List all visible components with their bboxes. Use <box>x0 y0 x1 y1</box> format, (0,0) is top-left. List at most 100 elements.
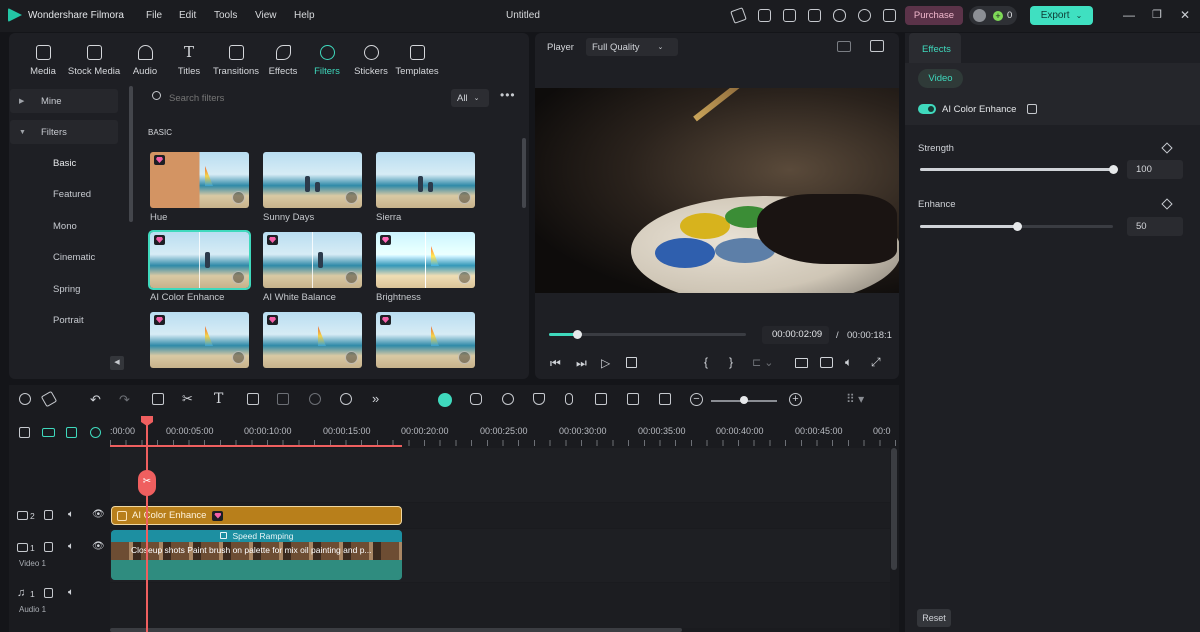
filter-thumb[interactable] <box>263 312 362 368</box>
filter-thumb-sunny-days[interactable] <box>263 152 362 208</box>
crop-icon[interactable] <box>247 393 259 405</box>
mark-out-icon[interactable]: } <box>729 355 733 369</box>
category-cinematic[interactable]: Cinematic <box>10 245 118 269</box>
credits-badge[interactable]: + 0 <box>969 6 1017 25</box>
screen-icon[interactable] <box>783 9 796 22</box>
camera-icon[interactable] <box>820 357 833 368</box>
previous-frame-icon[interactable]: ⏮ <box>550 356 561 371</box>
collapse-panel-icon[interactable]: ◀ <box>110 356 124 370</box>
ai-tool-icon[interactable] <box>340 393 352 405</box>
video-preview[interactable] <box>535 88 899 293</box>
enhance-slider-knob[interactable] <box>1012 222 1022 231</box>
lock-icon[interactable] <box>44 542 53 552</box>
export-button[interactable]: Export ⌄ <box>1030 6 1093 25</box>
menu-file[interactable]: File <box>146 10 162 21</box>
auto-ripple-icon[interactable] <box>438 393 452 407</box>
microphone-icon[interactable] <box>565 393 573 405</box>
split-scissors-icon[interactable]: ✂ <box>138 470 156 496</box>
fullscreen-icon[interactable]: ⤢ <box>871 355 881 370</box>
filter-thumb-brightness[interactable] <box>376 232 475 288</box>
category-spring[interactable]: Spring <box>10 277 118 301</box>
tab-media[interactable]: Media <box>14 45 72 77</box>
snap-icon[interactable] <box>66 427 77 438</box>
more-options-icon[interactable]: ••• <box>500 88 516 102</box>
category-portrait[interactable]: Portrait <box>10 308 118 332</box>
enhance-value-input[interactable]: 50 <box>1127 217 1183 236</box>
menu-view[interactable]: View <box>255 10 277 21</box>
color-icon[interactable] <box>309 393 321 405</box>
volume-icon[interactable]: 🔈︎ <box>845 355 852 370</box>
fit-icon[interactable] <box>659 393 671 405</box>
lock-icon[interactable] <box>44 588 53 598</box>
search-input[interactable] <box>163 90 433 106</box>
category-basic[interactable]: Basic <box>10 151 118 175</box>
reset-button[interactable]: Reset <box>917 609 951 627</box>
purchase-button[interactable]: Purchase <box>905 6 963 25</box>
filter-thumb-hue[interactable] <box>150 152 249 208</box>
feedback-icon[interactable] <box>758 9 771 22</box>
speaker-icon[interactable]: 🔈︎ <box>68 587 74 598</box>
cloud-icon[interactable] <box>833 9 846 22</box>
display-icon[interactable] <box>795 358 808 368</box>
grid-apps-icon[interactable] <box>883 9 896 22</box>
filter-thumb-ai-color-enhance[interactable] <box>148 230 251 290</box>
tab-stock-media[interactable]: Stock Media <box>65 45 123 77</box>
playback-progress-knob[interactable] <box>572 330 582 339</box>
next-frame-icon[interactable]: ⏭ <box>576 356 587 371</box>
restore-icon[interactable]: ❐ <box>1152 8 1162 21</box>
download-icon[interactable] <box>232 351 245 364</box>
strength-slider-knob[interactable] <box>1109 165 1118 174</box>
filter-thumb-ai-white-balance[interactable] <box>263 232 362 288</box>
menu-edit[interactable]: Edit <box>179 10 196 21</box>
marker-icon[interactable]: ⊏ ⌄ <box>752 356 774 369</box>
speed-icon[interactable] <box>502 393 514 405</box>
shield-icon[interactable] <box>533 393 545 405</box>
more-tools-icon[interactable]: » <box>372 391 379 406</box>
tab-effects-properties[interactable]: Effects <box>909 33 961 63</box>
search-scope-select[interactable]: All ⌄ <box>451 89 489 107</box>
filters-scrollbar[interactable] <box>522 138 526 208</box>
download-icon[interactable] <box>458 191 471 204</box>
download-icon[interactable] <box>232 271 245 284</box>
category-filters[interactable]: ▼ Filters <box>10 120 118 144</box>
category-featured[interactable]: Featured <box>10 182 118 206</box>
lock-icon[interactable] <box>44 510 53 520</box>
download-icon[interactable] <box>345 191 358 204</box>
effect-info-icon[interactable] <box>1027 104 1037 114</box>
eye-icon[interactable]: 👁︎ <box>92 541 105 552</box>
replace-icon[interactable] <box>627 393 639 405</box>
filter-thumb[interactable] <box>150 312 249 368</box>
download-icon[interactable] <box>345 351 358 364</box>
category-scrollbar[interactable] <box>129 86 133 222</box>
save-icon[interactable] <box>808 9 821 22</box>
stop-icon[interactable] <box>626 357 637 368</box>
minimize-icon[interactable]: — <box>1123 8 1135 22</box>
speaker-icon[interactable]: 🔈︎ <box>68 541 74 552</box>
video-clip[interactable]: Speed Ramping Closeup shots Paint brush … <box>111 530 402 580</box>
play-icon[interactable]: ▷ <box>601 356 610 370</box>
grid-options-icon[interactable]: ⠿ ▾ <box>846 392 864 406</box>
strength-value-input[interactable]: 100 <box>1127 160 1183 179</box>
add-track-icon[interactable] <box>19 427 30 438</box>
mask-icon[interactable] <box>277 393 289 405</box>
timeline-h-scrollbar[interactable] <box>110 628 682 632</box>
send-icon[interactable] <box>730 7 747 24</box>
subtitle-icon[interactable] <box>595 393 607 405</box>
quality-select[interactable]: Full Quality ⌄ <box>586 38 678 56</box>
filter-thumb[interactable] <box>376 312 475 368</box>
delete-icon[interactable] <box>152 393 164 405</box>
split-scissors-icon[interactable]: ✂ <box>182 391 193 407</box>
link-icon[interactable] <box>42 428 55 437</box>
current-time[interactable]: 00:00:02:09 <box>762 326 829 344</box>
download-icon[interactable] <box>458 271 471 284</box>
keyframe-icon[interactable] <box>1161 142 1173 154</box>
zoom-in-icon[interactable]: + <box>789 393 802 406</box>
close-icon[interactable]: ✕ <box>1180 8 1190 22</box>
layout-icon[interactable] <box>19 393 31 405</box>
zoom-out-icon[interactable]: − <box>690 393 703 406</box>
undo-icon[interactable]: ↶ <box>90 392 101 408</box>
category-mine[interactable]: ▶ Mine <box>10 89 118 113</box>
keyframe-icon[interactable] <box>1161 198 1173 210</box>
mark-in-icon[interactable]: { <box>704 355 708 369</box>
text-tool-icon[interactable]: T <box>214 391 223 407</box>
